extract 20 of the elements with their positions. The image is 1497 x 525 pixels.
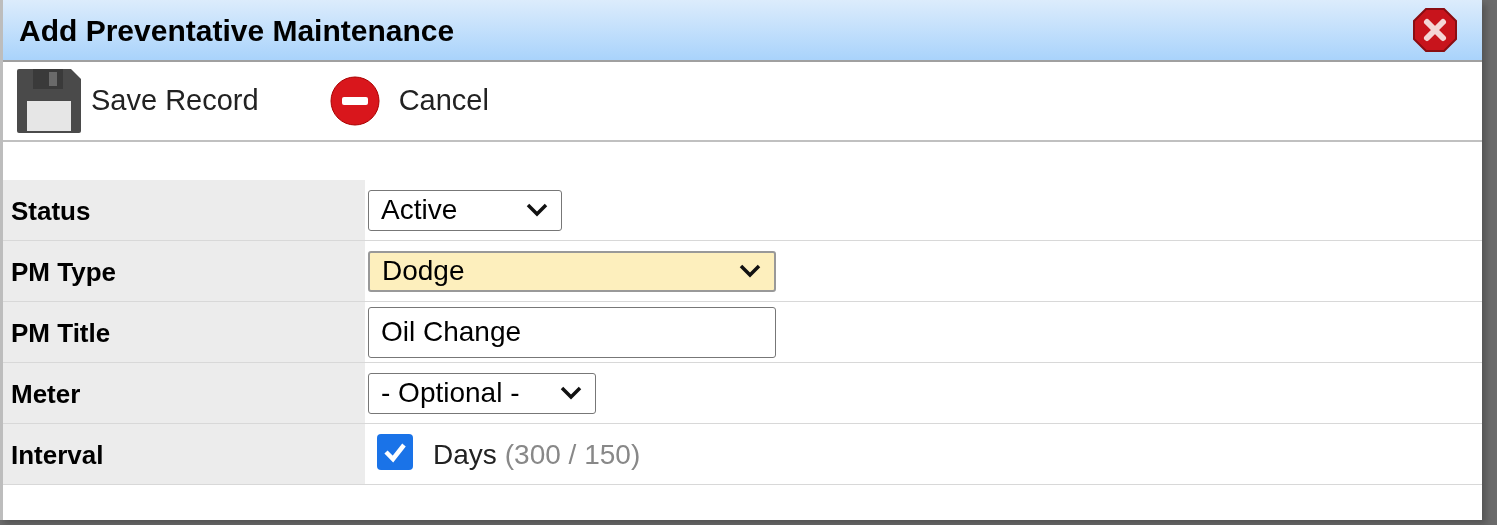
dropdown-field[interactable]: - Optional - <box>368 372 596 414</box>
field-label: PM Title <box>11 318 111 348</box>
chevron-down-icon <box>525 202 549 218</box>
dropdown-field[interactable]: Active <box>368 189 562 231</box>
cancel-button[interactable]: Cancel <box>328 75 489 127</box>
input-field[interactable]: Oil Change <box>368 306 776 358</box>
save-button[interactable]: Save Record <box>15 67 259 135</box>
no-entry-icon <box>328 75 381 127</box>
checkbox-label: Days <box>433 438 497 472</box>
field-label: Meter <box>11 379 81 409</box>
chevron-down-icon <box>559 385 583 401</box>
dialog-title: Add Preventative Maintenance <box>19 12 455 49</box>
checkbox[interactable] <box>377 434 413 470</box>
field-label: PM Type <box>11 257 116 287</box>
field-label: Status <box>11 196 91 226</box>
close-icon[interactable] <box>1412 7 1458 53</box>
dropdown-field[interactable]: Dodge <box>368 250 776 292</box>
chevron-down-icon <box>738 263 762 279</box>
interval-values: (300 / 150) <box>504 438 641 472</box>
field-label: Interval <box>11 440 104 470</box>
